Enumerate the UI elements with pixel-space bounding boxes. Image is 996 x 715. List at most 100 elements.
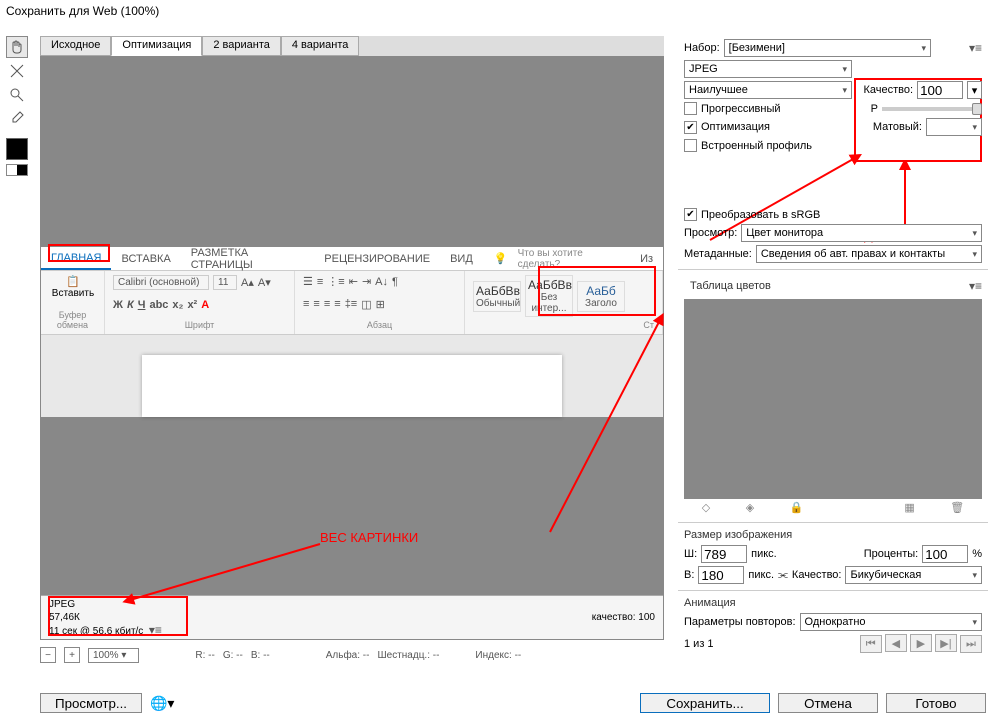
matte-label: Матовый: [873, 121, 922, 133]
next-frame-button[interactable]: ▶| [935, 634, 957, 652]
slice-tool[interactable] [6, 60, 28, 82]
preview-button[interactable]: Просмотр... [40, 693, 142, 713]
px-label-1: пикс. [751, 548, 777, 560]
quality-label: Качество: [864, 84, 914, 96]
animation-title: Анимация [684, 597, 982, 609]
hand-tool[interactable] [6, 36, 28, 58]
zoom-in-button[interactable]: + [64, 647, 80, 663]
embed-profile-checkbox[interactable] [684, 139, 697, 152]
document-page [142, 355, 562, 417]
blur-slider[interactable] [882, 107, 982, 111]
cancel-button[interactable]: Отмена [778, 693, 878, 713]
tab-optimized[interactable]: Оптимизация [111, 36, 202, 56]
italic-icon: К [127, 299, 134, 311]
progressive-label: Прогрессивный [701, 103, 781, 115]
px-label-2: пикс. [748, 569, 774, 581]
align-center-icon: ≡ [313, 298, 319, 310]
first-frame-button[interactable]: ⏮ [860, 635, 882, 653]
image-size-title: Размер изображения [684, 529, 982, 541]
browser-icon[interactable]: 🌐▾ [150, 695, 174, 712]
progressive-checkbox[interactable] [684, 102, 697, 115]
shrink-font-icon: A▾ [258, 276, 271, 289]
percent-input[interactable] [922, 545, 968, 563]
preview-area: Исходное Оптимизация 2 варианта 4 вариан… [40, 36, 664, 640]
quality-preset-select[interactable]: Наилучшее [684, 81, 852, 99]
justify-icon: ≡ [334, 298, 340, 310]
download-speed-menu[interactable]: ▾≡ [149, 623, 162, 637]
color-table-title: Таблица цветов [690, 280, 771, 292]
word-tab-change: Из [630, 249, 663, 269]
loop-label: Параметры повторов: [684, 616, 796, 628]
info-index: Индекс: -- [475, 650, 521, 661]
style-nospace: АаБбВвБез интер... [525, 275, 573, 317]
percent-unit: % [972, 548, 982, 560]
word-tab-insert: ВСТАВКА [111, 249, 180, 269]
srgb-label: Преобразовать в sRGB [701, 209, 820, 221]
save-button[interactable]: Сохранить... [640, 693, 770, 713]
srgb-checkbox[interactable] [684, 208, 697, 221]
resample-select[interactable]: Бикубическая [845, 566, 982, 584]
font-size-select: 11 [213, 275, 237, 290]
word-tab-home: ГЛАВНАЯ [41, 248, 111, 270]
zoom-out-button[interactable]: − [40, 647, 56, 663]
optimized-checkbox[interactable] [684, 121, 697, 134]
height-input[interactable] [698, 566, 744, 584]
para-group-label: Абзац [303, 320, 456, 330]
right-panel: Набор: [Безимени] ▾≡ JPEG Наилучшее Каче… [678, 36, 988, 686]
window-title: Сохранить для Web (100%) [6, 4, 159, 18]
preset-menu-icon[interactable]: ▾≡ [969, 41, 982, 55]
tab-4up[interactable]: 4 варианта [281, 36, 360, 56]
zoom-bar: − + 100% ▾ R: -- G: -- B: -- Альфа: -- Ш… [40, 644, 664, 666]
embed-profile-label: Встроенный профиль [701, 140, 812, 152]
play-button[interactable]: ▶ [910, 634, 932, 652]
preview-image-content: ГЛАВНАЯ ВСТАВКА РАЗМЕТКА СТРАНИЦЫ РЕЦЕНЗ… [41, 247, 663, 417]
last-frame-button[interactable]: ⏭ [960, 635, 982, 653]
ct-lock-icon[interactable]: 🔒 [790, 501, 804, 514]
bold-icon: Ж [113, 299, 123, 311]
ct-trash-icon[interactable]: 🗑 [950, 501, 964, 514]
eyedropper-tool[interactable] [6, 108, 28, 130]
preview-canvas[interactable]: ГЛАВНАЯ ВСТАВКА РАЗМЕТКА СТРАНИЦЫ РЕЦЕНЗ… [40, 56, 664, 640]
zoom-select[interactable]: 100% ▾ [88, 648, 139, 663]
paste-icon: 📋 [66, 275, 80, 288]
frame-indicator: 1 из 1 [684, 638, 714, 650]
styles-group-label: Ст [473, 320, 654, 330]
align-left-icon: ≡ [303, 298, 309, 310]
tab-source[interactable]: Исходное [40, 36, 111, 56]
preset-label: Набор: [684, 42, 720, 54]
numbering-icon: ≡ [317, 276, 323, 288]
preview-mode-select[interactable]: Цвет монитора [741, 224, 982, 242]
width-label: Ш: [684, 548, 697, 560]
info-size: 57,46К [49, 611, 162, 624]
color-table-menu-icon[interactable]: ▾≡ [969, 279, 982, 293]
zoom-tool[interactable] [6, 84, 28, 106]
info-g: G: -- [223, 650, 243, 661]
ct-snap-icon[interactable]: ◇ [702, 501, 710, 514]
sup-icon: x² [187, 299, 197, 311]
borders-icon: ⊞ [376, 298, 385, 311]
toggle-slices-icon[interactable] [6, 164, 28, 176]
quality-input[interactable] [917, 81, 963, 99]
tab-2up[interactable]: 2 варианта [202, 36, 281, 56]
strike-icon: abc [149, 299, 168, 311]
quality-dropdown-button[interactable]: ▾ [967, 81, 982, 99]
word-tab-review: РЕЦЕНЗИРОВАНИЕ [314, 249, 440, 269]
ct-shift-icon[interactable]: ◈ [746, 501, 754, 514]
loop-select[interactable]: Однократно [800, 613, 982, 631]
format-select[interactable]: JPEG [684, 60, 852, 78]
preview-tabs: Исходное Оптимизация 2 варианта 4 вариан… [40, 36, 664, 56]
sub-icon: x₂ [172, 299, 183, 311]
metadata-select[interactable]: Сведения об авт. правах и контакты [756, 245, 982, 263]
matte-select[interactable] [926, 118, 982, 136]
preset-select[interactable]: [Безимени] [724, 39, 931, 57]
link-icon[interactable]: ⫘ [778, 569, 788, 582]
resample-label: Качество: [792, 569, 842, 581]
prev-frame-button[interactable]: ◀ [885, 634, 907, 652]
ct-new-icon[interactable]: ▦ [904, 501, 914, 514]
done-button[interactable]: Готово [886, 693, 986, 713]
tell-me: Что вы хотите сделать? [508, 244, 630, 274]
width-input[interactable] [701, 545, 747, 563]
underline-icon: Ч [138, 299, 146, 311]
info-r: R: -- [195, 650, 214, 661]
eyedropper-color-swatch[interactable] [6, 138, 28, 160]
